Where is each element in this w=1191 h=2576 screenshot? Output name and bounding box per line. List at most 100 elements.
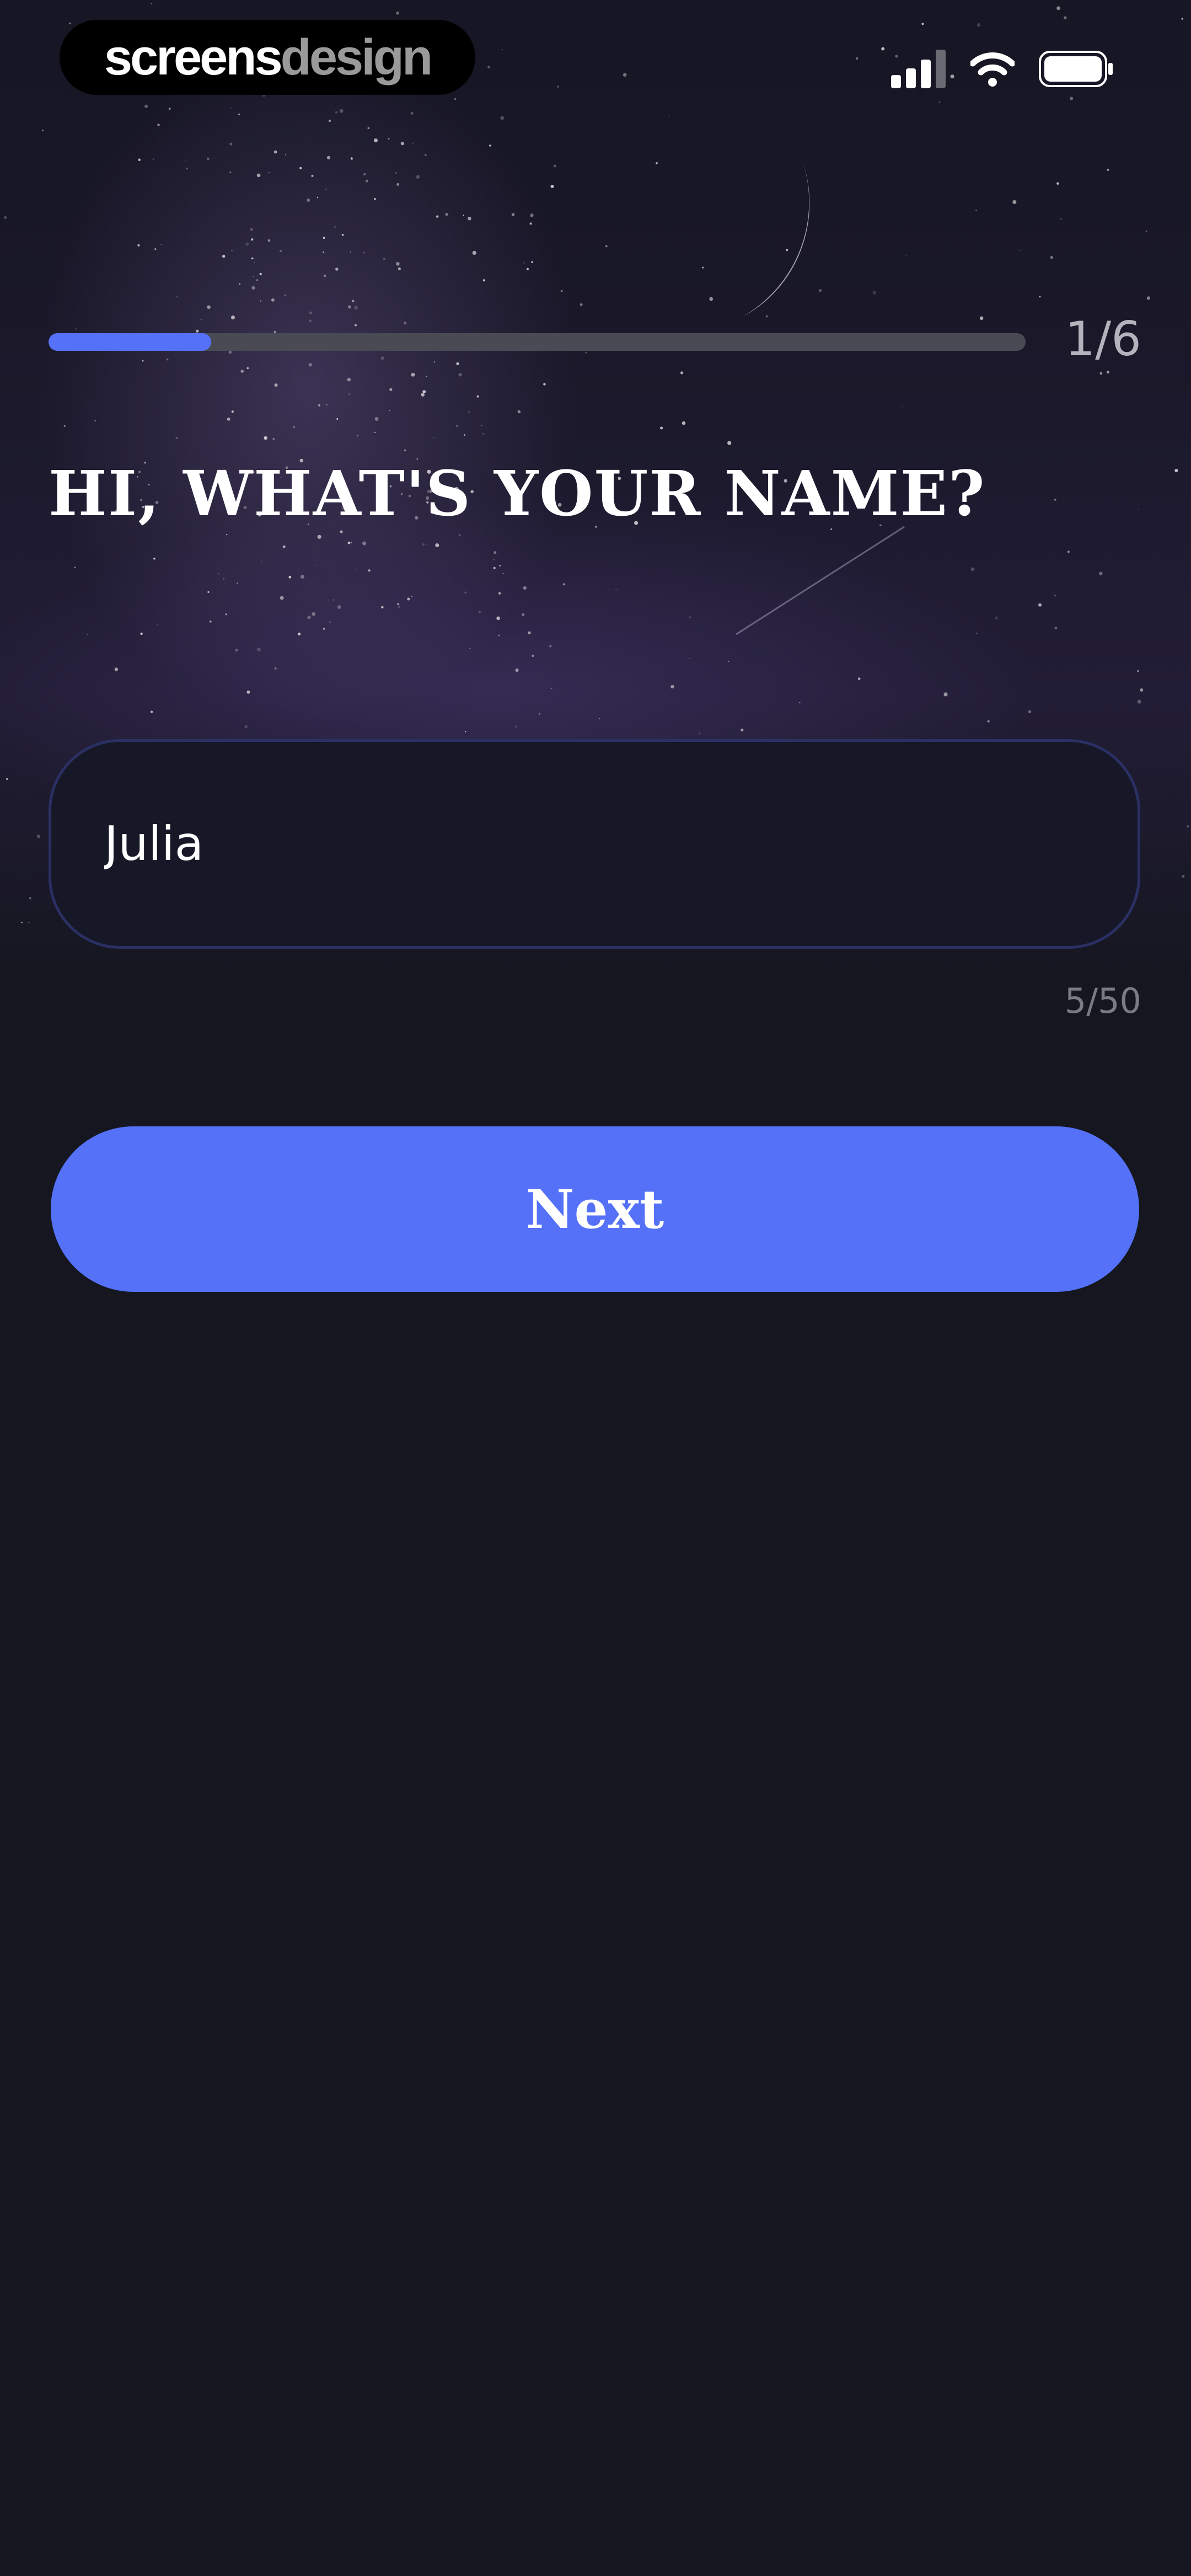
star	[1028, 710, 1032, 713]
star	[410, 111, 414, 115]
star	[318, 404, 321, 407]
star	[329, 621, 331, 623]
star	[4, 216, 7, 219]
star	[325, 403, 328, 406]
star	[351, 542, 352, 543]
star	[75, 328, 77, 330]
name-input[interactable]	[104, 816, 1042, 872]
star	[515, 725, 517, 728]
star	[500, 116, 505, 120]
star	[468, 411, 470, 414]
star	[436, 215, 439, 218]
star	[36, 834, 41, 838]
star	[246, 367, 249, 370]
star	[340, 530, 343, 533]
star	[185, 160, 186, 162]
star	[527, 268, 529, 270]
star	[238, 113, 240, 116]
star	[251, 286, 255, 290]
star	[709, 297, 713, 301]
star	[1174, 468, 1178, 473]
star	[282, 545, 286, 548]
star	[264, 436, 267, 440]
star	[421, 393, 425, 397]
star	[905, 255, 908, 257]
star	[656, 162, 658, 164]
star	[347, 377, 351, 382]
star	[411, 372, 415, 377]
star	[151, 3, 153, 4]
star	[299, 167, 302, 169]
star	[498, 592, 501, 595]
star	[325, 188, 328, 190]
star	[398, 267, 401, 270]
star	[1098, 571, 1103, 576]
star	[336, 418, 339, 420]
star	[511, 213, 515, 216]
star	[556, 85, 559, 88]
star	[530, 213, 534, 217]
star	[550, 687, 552, 689]
star	[365, 179, 368, 183]
star	[138, 158, 141, 162]
brand-logo: screens design	[60, 20, 475, 95]
star	[157, 124, 160, 126]
signal-icon	[891, 50, 946, 88]
star	[362, 541, 367, 546]
star	[517, 410, 521, 414]
star	[1140, 688, 1144, 692]
star	[921, 23, 924, 25]
star	[251, 238, 254, 241]
progress-bar-fill	[49, 333, 212, 351]
star	[347, 541, 351, 544]
star	[404, 322, 407, 325]
star	[1064, 16, 1067, 19]
star	[230, 249, 233, 252]
status-bar	[891, 50, 1114, 88]
star	[323, 251, 325, 253]
star	[454, 98, 457, 100]
star	[323, 274, 326, 277]
star	[225, 613, 227, 616]
star	[562, 583, 565, 586]
star	[407, 597, 410, 601]
next-button[interactable]: Next	[51, 1126, 1139, 1292]
star	[308, 363, 312, 367]
star	[987, 720, 990, 723]
star	[615, 589, 617, 590]
star	[137, 244, 140, 247]
star	[499, 564, 501, 567]
star	[246, 690, 250, 694]
star	[380, 356, 384, 360]
star	[309, 319, 312, 323]
star	[599, 718, 600, 719]
star	[515, 668, 519, 672]
star	[668, 115, 670, 117]
star	[1107, 169, 1109, 171]
star	[307, 615, 311, 619]
star	[468, 216, 471, 221]
star	[501, 49, 503, 51]
star	[253, 275, 254, 277]
star	[977, 23, 981, 27]
star	[317, 535, 321, 539]
star	[727, 441, 732, 445]
star	[280, 250, 282, 252]
star	[235, 649, 238, 652]
name-field[interactable]	[49, 739, 1140, 949]
star	[196, 329, 199, 333]
star	[166, 358, 169, 361]
star	[741, 728, 744, 731]
star	[207, 305, 211, 309]
star	[623, 73, 627, 77]
star	[335, 268, 339, 271]
star	[311, 174, 314, 177]
star	[341, 234, 344, 236]
star	[1056, 182, 1059, 185]
star	[1067, 551, 1070, 553]
star	[702, 266, 704, 269]
star	[855, 57, 859, 60]
star	[231, 316, 235, 319]
star	[478, 611, 481, 613]
star	[228, 350, 232, 354]
